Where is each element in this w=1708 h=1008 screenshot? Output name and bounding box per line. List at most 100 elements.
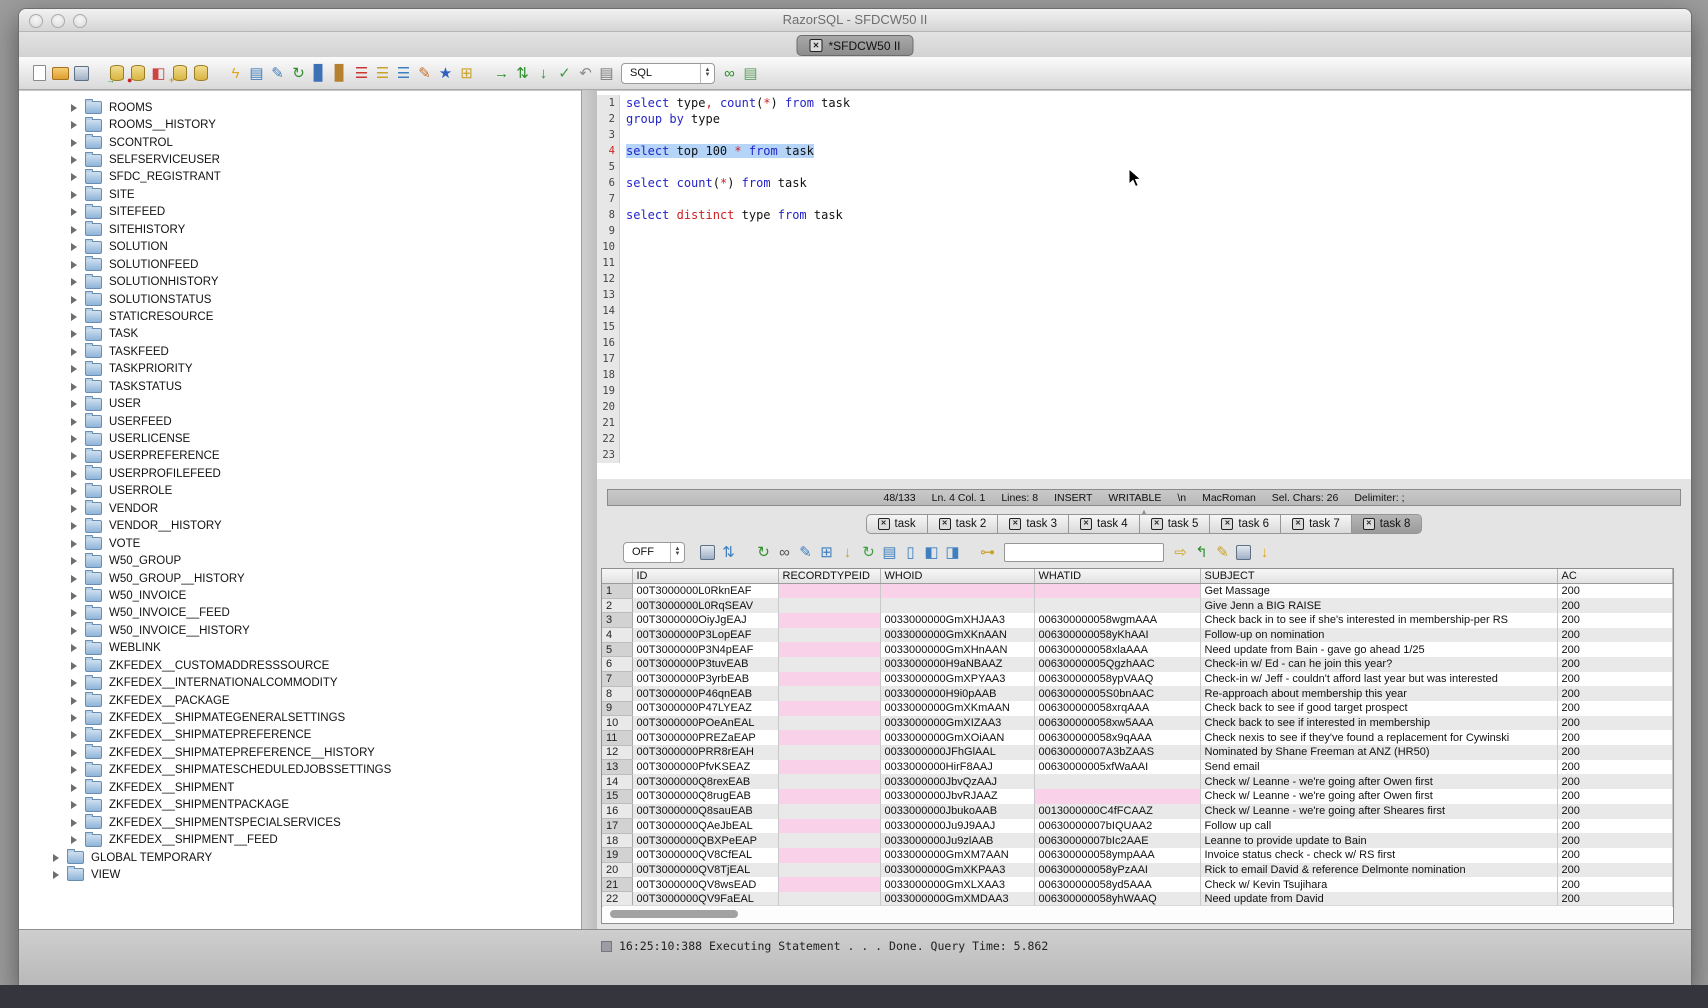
result-cell[interactable]: 00630000005xfWaAAI <box>1034 760 1200 775</box>
result-cell[interactable]: 200 <box>1557 613 1673 628</box>
result-cell[interactable]: 00T3000000PRR8rEAH <box>632 745 778 760</box>
editor-line[interactable]: 18 <box>597 367 1691 383</box>
result-row[interactable]: 2000T3000000QV8TjEAL0033000000GmXKPAA300… <box>602 863 1673 878</box>
editor-line[interactable]: 13 <box>597 287 1691 303</box>
disclosure-triangle-icon[interactable] <box>71 296 77 304</box>
view-record-icon[interactable]: ∞ <box>775 543 794 562</box>
tree-item-userlicense[interactable]: USERLICENSE <box>19 430 581 447</box>
column-header-id[interactable]: ID <box>632 569 778 584</box>
connection-tab-close-icon[interactable]: ✕ <box>809 39 822 52</box>
tree-item-zkfedex-customaddresssource[interactable]: ZKFEDEX__CUSTOMADDRESSSOURCE <box>19 657 581 674</box>
result-cell[interactable] <box>778 584 880 599</box>
result-cell[interactable]: 0033000000GmXPYAA3 <box>880 672 1034 687</box>
result-cell[interactable]: 00T3000000QV8wsEAD <box>632 877 778 892</box>
tree-item-zkfedex-shipmentspecialservices[interactable]: ZKFEDEX__SHIPMENTSPECIALSERVICES <box>19 814 581 831</box>
editor-line[interactable]: 6select count(*) from task <box>597 175 1691 191</box>
open-file-icon[interactable] <box>51 64 70 83</box>
disclosure-triangle-icon[interactable] <box>71 191 77 199</box>
tree-item-sitehistory[interactable]: SITEHISTORY <box>19 221 581 238</box>
result-cell[interactable]: 0013000000C4fFCAAZ <box>1034 804 1200 819</box>
tree-item-zkfedex-shipmatescheduledjobssettings[interactable]: ZKFEDEX__SHIPMATESCHEDULEDJOBSSETTINGS <box>19 762 581 779</box>
result-cell[interactable]: 200 <box>1557 760 1673 775</box>
results-horizontal-scrollbar[interactable] <box>603 905 1672 922</box>
tree-item-sfdc-registrant[interactable]: SFDC_REGISTRANT <box>19 169 581 186</box>
disclosure-triangle-icon[interactable] <box>71 104 77 112</box>
disclosure-triangle-icon[interactable] <box>71 226 77 234</box>
result-cell[interactable] <box>880 598 1034 613</box>
result-cell[interactable]: 200 <box>1557 701 1673 716</box>
tree-item-solutionhistory[interactable]: SOLUTIONHISTORY <box>19 273 581 290</box>
result-cell[interactable]: 0033000000GmXM7AAN <box>880 848 1034 863</box>
tree-item-w50-invoice[interactable]: W50_INVOICE <box>19 587 581 604</box>
editor-line[interactable]: 3 <box>597 127 1691 143</box>
result-cell[interactable] <box>778 598 880 613</box>
tree-item-vendor-history[interactable]: VENDOR__HISTORY <box>19 518 581 535</box>
editor-line[interactable]: 11 <box>597 255 1691 271</box>
primary-key-icon[interactable]: ⊶ <box>978 543 997 562</box>
new-file-icon[interactable] <box>30 64 49 83</box>
disclosure-triangle-icon[interactable] <box>71 121 77 129</box>
database-browser-icon[interactable]: ▊ <box>331 64 350 83</box>
result-cell[interactable]: 200 <box>1557 745 1673 760</box>
tree-item-rooms-history[interactable]: ROOMS__HISTORY <box>19 116 581 133</box>
result-row[interactable]: 100T3000000L0RknEAFGet Massage200 <box>602 584 1673 599</box>
result-cell[interactable]: 0033000000JbvQzAAJ <box>880 774 1034 789</box>
result-cell[interactable]: 00T3000000L0RknEAF <box>632 584 778 599</box>
save-grid-icon[interactable] <box>1234 543 1253 562</box>
tab-close-icon[interactable]: ✕ <box>1151 518 1163 530</box>
tree-item-zkfedex-shipmatepreference-history[interactable]: ZKFEDEX__SHIPMATEPREFERENCE__HISTORY <box>19 744 581 761</box>
new-connection-icon[interactable]: + <box>170 64 189 83</box>
result-cell[interactable]: 0033000000Ju9zlAAB <box>880 833 1034 848</box>
disclosure-triangle-icon[interactable] <box>71 627 77 635</box>
tree-item-solutionfeed[interactable]: SOLUTIONFEED <box>19 256 581 273</box>
result-cell[interactable]: 00T3000000P3yrbEAB <box>632 672 778 687</box>
result-cell[interactable]: 0033000000GmXKmAAN <box>880 701 1034 716</box>
tree-item-sitefeed[interactable]: SITEFEED <box>19 204 581 221</box>
column-header-whoid[interactable]: WHOID <box>880 569 1034 584</box>
result-cell[interactable] <box>778 701 880 716</box>
disclosure-triangle-icon[interactable] <box>71 731 77 739</box>
editor-line[interactable]: 16 <box>597 335 1691 351</box>
tree-item-taskpriority[interactable]: TASKPRIORITY <box>19 361 581 378</box>
tree-item-zkfedex-package[interactable]: ZKFEDEX__PACKAGE <box>19 692 581 709</box>
disclosure-triangle-icon[interactable] <box>71 749 77 757</box>
tree-item-zkfedex-shipmentpackage[interactable]: ZKFEDEX__SHIPMENTPACKAGE <box>19 797 581 814</box>
result-cell[interactable]: 200 <box>1557 716 1673 731</box>
disclosure-triangle-icon[interactable] <box>71 784 77 792</box>
disclosure-triangle-icon[interactable] <box>71 383 77 391</box>
tree-item-global-temporary[interactable]: GLOBAL TEMPORARY <box>19 849 581 866</box>
result-cell[interactable]: 006300000058x9qAAA <box>1034 730 1200 745</box>
result-row[interactable]: 1600T3000000Q8sauEAB0033000000JbukoAAB00… <box>602 804 1673 819</box>
result-cell[interactable]: 00T3000000QV8TjEAL <box>632 863 778 878</box>
disclosure-triangle-icon[interactable] <box>71 836 77 844</box>
disclosure-triangle-icon[interactable] <box>71 139 77 147</box>
result-row[interactable]: 1000T3000000POeAnEAL0033000000GmXIZAA300… <box>602 716 1673 731</box>
disclosure-triangle-icon[interactable] <box>53 854 59 862</box>
result-cell[interactable]: 0033000000JbvRJAAZ <box>880 789 1034 804</box>
execute-select-icon[interactable]: ∞ <box>720 64 739 83</box>
execute-sql-icon[interactable]: ϟ <box>226 64 245 83</box>
results-search-input[interactable] <box>1004 543 1164 562</box>
result-cell[interactable]: Check nexis to see if they've found a re… <box>1200 730 1557 745</box>
result-cell[interactable]: 00630000007A3bZAAS <box>1034 745 1200 760</box>
disclosure-triangle-icon[interactable] <box>71 156 77 164</box>
result-row[interactable]: 200T3000000L0RqSEAVGive Jenn a BIG RAISE… <box>602 598 1673 613</box>
statement-separator-icon[interactable]: ☰ <box>352 64 371 83</box>
disclosure-triangle-icon[interactable] <box>71 609 77 617</box>
result-tab-task-5[interactable]: ✕task 5 <box>1140 514 1211 534</box>
result-cell[interactable]: 200 <box>1557 804 1673 819</box>
disclosure-triangle-icon[interactable] <box>71 313 77 321</box>
result-cell[interactable]: 00T3000000L0RqSEAV <box>632 598 778 613</box>
result-cell[interactable]: 0033000000GmXKPAA3 <box>880 863 1034 878</box>
tree-item-zkfedex-shipmatepreference[interactable]: ZKFEDEX__SHIPMATEPREFERENCE <box>19 727 581 744</box>
result-cell[interactable]: Check back to see if good target prospec… <box>1200 701 1557 716</box>
result-cell[interactable]: Check-in w/ Jeff - couldn't afford last … <box>1200 672 1557 687</box>
editor-line[interactable]: 9 <box>597 223 1691 239</box>
tree-item-selfserviceuser[interactable]: SELFSERVICEUSER <box>19 151 581 168</box>
result-cell[interactable]: 200 <box>1557 642 1673 657</box>
disclosure-triangle-icon[interactable] <box>71 243 77 251</box>
result-cell[interactable]: 0033000000H9aNBAAZ <box>880 657 1034 672</box>
result-cell[interactable]: 200 <box>1557 877 1673 892</box>
result-row[interactable]: 700T3000000P3yrbEAB0033000000GmXPYAA3006… <box>602 672 1673 687</box>
tree-item-taskfeed[interactable]: TASKFEED <box>19 343 581 360</box>
